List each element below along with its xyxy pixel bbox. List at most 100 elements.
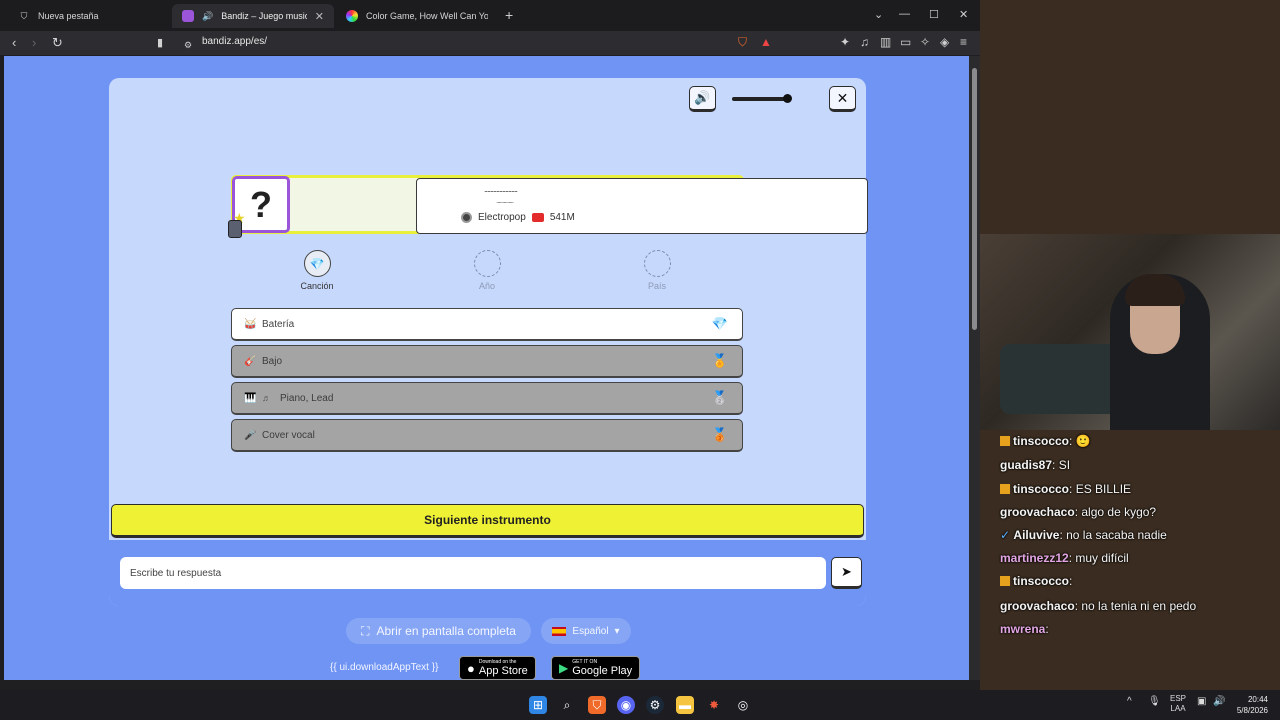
silver-badge-icon: 🥈 [711, 390, 729, 405]
piano-icon: 🎹 [244, 392, 257, 404]
url-text[interactable]: bandiz.app/es/ [202, 36, 267, 47]
volume-slider[interactable] [732, 94, 792, 103]
step-label: País [647, 281, 666, 291]
empty-step-icon [473, 250, 501, 277]
shield-icon: ⛉ [20, 10, 28, 21]
instrument-vocals[interactable]: 🎤 Cover vocal 🥉 [231, 419, 743, 452]
brave-icon[interactable]: ⛉ [588, 696, 606, 714]
sub-badge-icon [1000, 436, 1010, 446]
send-arrow-icon: ➤ [841, 564, 852, 579]
page-scrollbar[interactable] [969, 56, 980, 680]
sub-badge-icon [1000, 576, 1010, 586]
speaker-icon: 🔊 [694, 90, 711, 105]
language-label: Español [572, 625, 609, 637]
reload-icon[interactable]: ↻ [52, 35, 63, 51]
step-country: País [627, 250, 687, 291]
fullscreen-label: Abrir en pantalla completa [376, 624, 516, 638]
volume-button[interactable]: 🔊 [689, 86, 716, 112]
step-label: Canción [300, 281, 334, 291]
instrument-bass[interactable]: 🎸 Bajo 🏅 [231, 345, 743, 378]
chevron-down-icon[interactable]: ⌄ [874, 8, 883, 21]
answer-input[interactable] [120, 557, 826, 589]
instrument-label: Cover vocal [262, 429, 315, 441]
tray-chevron-icon[interactable]: ^ [1127, 696, 1132, 707]
music-icon[interactable]: ♫ [860, 35, 869, 49]
chat-message: groovachaco: algo de kygo? [1000, 505, 1157, 519]
menu-icon[interactable]: ≡ [960, 35, 967, 49]
expand-icon: ⛶ [361, 623, 370, 638]
microphone-tray-icon[interactable]: 🎙 [1148, 696, 1161, 707]
close-window-icon[interactable]: ✕ [959, 8, 968, 21]
url-box[interactable] [176, 33, 784, 53]
send-button[interactable]: ➤ [831, 557, 862, 589]
windows-taskbar: ⊞ ⌕ ⛉ ◉ ⚙ ▬ ✸ ◎ ^ 🎙 ESP LAA ▣ 🔊 20:44 5/… [0, 690, 1280, 720]
answer-area: ➤ [109, 540, 866, 606]
tab-bandiz[interactable]: 🔊 Bandiz – Juego musical diario ✕ [172, 4, 334, 28]
chat-message: tinscocco: [1000, 574, 1072, 588]
language-selector[interactable]: Español ▾ [541, 618, 631, 644]
guitar-icon: 🎸 [244, 355, 257, 367]
chat-message: guadis87: SI [1000, 458, 1071, 472]
wallet-icon[interactable]: ▭ [900, 35, 911, 49]
song-artist-hidden: .............. [496, 196, 514, 205]
gold-badge-icon: 🏅 [711, 353, 729, 368]
bookmark-icon[interactable]: ▮ [157, 35, 163, 51]
network-icon[interactable]: ▣ [1197, 696, 1206, 707]
tab-color-game[interactable]: Color Game, How Well Can You Remember Co… [336, 4, 498, 28]
download-app-text: {{ ui.downloadAppText }} [330, 662, 439, 673]
song-meta: Electropop 541M [461, 212, 575, 223]
volume-slider-knob[interactable] [783, 94, 792, 103]
tab-new-tab[interactable]: ⛉ Nueva pestaña [8, 4, 168, 28]
google-play-big: Google Play [572, 665, 633, 677]
next-instrument-button[interactable]: Siguiente instrumento [111, 504, 864, 538]
brave-rewards-icon[interactable]: ▲ [760, 35, 772, 49]
system-clock[interactable]: 20:44 5/8/2026 [1234, 694, 1268, 716]
site-settings-icon[interactable]: ⚙ [184, 37, 192, 53]
new-tab-plus-icon[interactable]: + [505, 7, 513, 23]
extensions-icon[interactable]: ✦ [840, 35, 850, 49]
diamond-icon: 💎 [303, 250, 331, 277]
app-store-big: App Store [478, 665, 528, 677]
step-label: Año [478, 281, 495, 291]
bandiz-icon [182, 10, 194, 22]
close-game-button[interactable]: ✕ [829, 86, 856, 112]
instrument-piano[interactable]: 🎹 ♬ Piano, Lead 🥈 [231, 382, 743, 415]
google-play-button[interactable]: ▶ GET IT ON Google Play [551, 656, 641, 680]
song-genre: Electropop [478, 212, 526, 223]
discord-icon[interactable]: ◉ [617, 696, 635, 714]
apple-icon: ● [467, 660, 475, 676]
steam-icon[interactable]: ⚙ [646, 696, 664, 714]
folder-icon[interactable]: ▬ [676, 696, 694, 714]
volume-tray-icon[interactable]: 🔊 [1213, 696, 1225, 707]
streamer-hair [1125, 274, 1185, 306]
forward-icon[interactable]: › [32, 35, 36, 51]
page-viewport: 🔊 ✕ ? ★ ...................... .........… [4, 56, 969, 680]
scrollbar-thumb[interactable] [972, 68, 977, 330]
minimize-icon[interactable]: — [899, 8, 910, 20]
microphone-icon: 🎤 [244, 429, 257, 441]
chat-message: groovachaco: no la tenia ni en pedo [1000, 599, 1197, 613]
fullscreen-button[interactable]: ⛶ Abrir en pantalla completa [346, 618, 531, 644]
chrome-icon[interactable]: ◎ [734, 696, 752, 714]
google-play-icon: ▶ [559, 661, 569, 675]
diamond-badge-icon: 💎 [711, 316, 729, 331]
instrument-drums[interactable]: 🥁 Batería 💎 [231, 308, 743, 341]
chat-message: tinscocco: ES BILLIE [1000, 482, 1131, 496]
back-icon[interactable]: ‹ [12, 35, 16, 51]
brave-shield-icon[interactable]: ⛉ [738, 35, 747, 50]
app-starburst-icon[interactable]: ✸ [705, 696, 723, 714]
input-language[interactable]: ESP LAA [1170, 694, 1186, 714]
tab-title: Bandiz – Juego musical diario [221, 11, 307, 21]
chat-message: ✓ Ailuvive: no la sacaba nadie [1000, 528, 1167, 542]
check-badge-icon: ✓ [1000, 528, 1011, 542]
maximize-icon[interactable]: ☐ [929, 8, 939, 21]
sidebar-icon[interactable]: ▥ [880, 35, 891, 49]
chevron-down-icon: ▾ [614, 625, 620, 637]
app-store-button[interactable]: ● Download on the App Store [459, 656, 536, 680]
windows-start-icon[interactable]: ⊞ [529, 696, 547, 714]
leo-icon[interactable]: ✧ [920, 35, 930, 49]
vpn-icon[interactable]: ◈ [940, 35, 949, 49]
search-icon[interactable]: ⌕ [558, 696, 576, 714]
tab-title: Nueva pestaña [38, 11, 99, 21]
close-tab-icon[interactable]: ✕ [315, 10, 324, 23]
